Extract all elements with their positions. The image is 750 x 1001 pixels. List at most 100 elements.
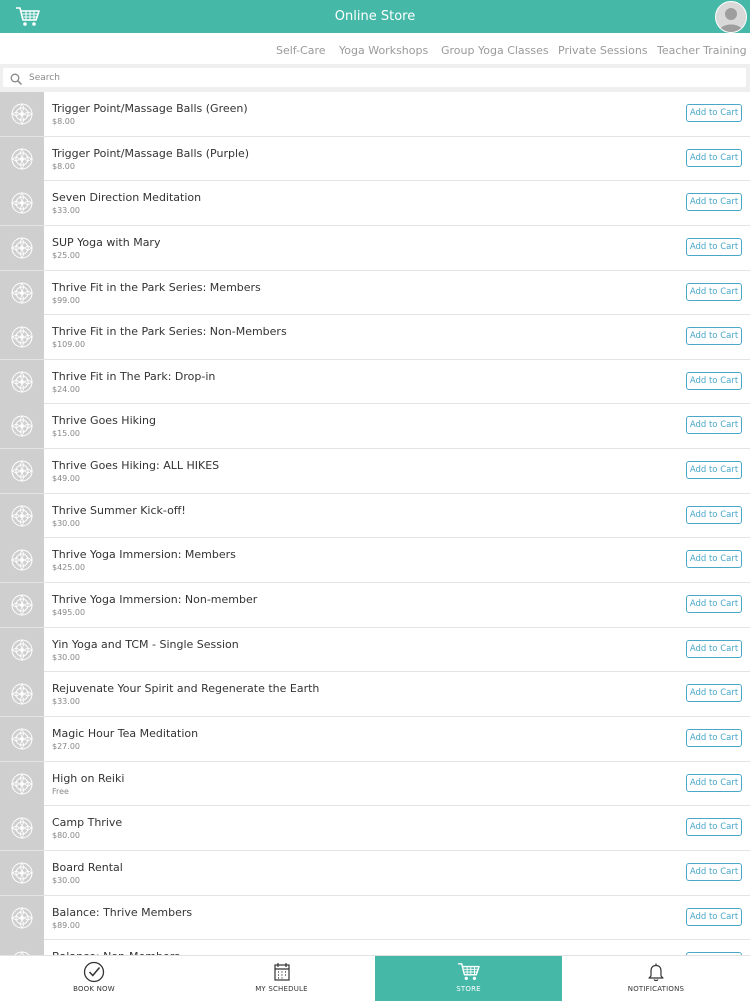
- list-item[interactable]: Thrive Summer Kick-off! $30.00 Add to Cart: [0, 493, 750, 539]
- product-price: $15.00: [52, 429, 80, 439]
- add-to-cart-button[interactable]: Add to Cart: [686, 193, 742, 212]
- search-icon: [10, 71, 23, 86]
- tab-yoga-workshops[interactable]: Yoga Workshops: [339, 44, 428, 57]
- tab-self-care[interactable]: Self-Care: [276, 44, 326, 57]
- product-price: $109.00: [52, 340, 86, 350]
- add-to-cart-button[interactable]: Add to Cart: [686, 684, 742, 703]
- product-thumbnail: [0, 225, 44, 270]
- add-to-cart-button[interactable]: Add to Cart: [686, 148, 742, 167]
- add-to-cart-button[interactable]: Add to Cart: [686, 237, 742, 256]
- search-input[interactable]: [29, 68, 729, 87]
- product-thumbnail: [0, 136, 44, 181]
- list-item[interactable]: Balance: Thrive Members $89.00 Add to Cart: [0, 895, 750, 941]
- list-item[interactable]: Magic Hour Tea Meditation $27.00 Add to Ca…: [0, 716, 750, 762]
- product-price: $49.00: [52, 474, 80, 484]
- product-price: $80.00: [52, 831, 80, 841]
- product-name: Thrive Fit in the Park Series: Members: [52, 280, 261, 294]
- nav-my-schedule[interactable]: MY SCHEDULE: [188, 956, 375, 1001]
- list-item[interactable]: Thrive Yoga Immersion: Members $425.00 Add…: [0, 538, 750, 584]
- list-item[interactable]: Thrive Fit in the Park Series: Members $9…: [0, 270, 750, 316]
- list-item[interactable]: Thrive Goes Hiking $15.00 Add to Cart: [0, 404, 750, 450]
- tab-teacher-training[interactable]: Teacher Training P: [657, 44, 750, 57]
- add-to-cart-button[interactable]: Add to Cart: [686, 550, 742, 569]
- product-thumbnail: [0, 181, 44, 226]
- search-box: [3, 68, 746, 87]
- page-title: Online Store: [334, 9, 416, 24]
- add-to-cart-button[interactable]: Add to Cart: [686, 818, 742, 837]
- add-to-cart-button[interactable]: Add to Cart: [686, 371, 742, 390]
- product-list: Trigger Point/Massage Balls (Green) $8.00…: [0, 92, 750, 955]
- product-thumbnail: [0, 449, 44, 494]
- product-thumbnail: [0, 493, 44, 538]
- nav-book-now[interactable]: BOOK NOW: [0, 956, 188, 1001]
- list-item[interactable]: Trigger Point/Massage Balls (Green) $8.00…: [0, 92, 750, 137]
- product-thumbnail: [0, 583, 44, 628]
- list-item[interactable]: Thrive Fit in the Park Series: Non-Membe…: [0, 315, 750, 360]
- product-thumbnail: [0, 806, 44, 851]
- product-price: $8.00: [52, 117, 75, 126]
- product-thumbnail: [0, 761, 44, 806]
- product-name: Camp Thrive: [52, 816, 123, 830]
- product-price: $89.00: [52, 920, 80, 930]
- list-item[interactable]: Balance: Non-MembersAdd to Cart: [0, 940, 750, 955]
- nav-label: STORE: [456, 985, 481, 993]
- add-to-cart-button[interactable]: Add to Cart: [686, 639, 742, 658]
- list-item[interactable]: Camp Thrive $80.00 Add to Cart: [0, 806, 750, 851]
- nav-store[interactable]: STORE: [375, 956, 562, 1001]
- list-item[interactable]: Thrive Yoga Immersion: Non-member $495.00…: [0, 583, 750, 628]
- product-name: Thrive Goes Hiking: ALL HIKES: [52, 459, 220, 473]
- list-item[interactable]: Yin Yoga and TCM - Single Session $30.00 A…: [0, 627, 750, 673]
- add-to-cart-button[interactable]: Add to Cart: [686, 416, 742, 435]
- list-item[interactable]: High on Reiki Free Add to Cart: [0, 761, 750, 807]
- product-name: Thrive Summer Kick-off!: [52, 503, 186, 517]
- tab-group-yoga-classes[interactable]: Group Yoga Classes: [441, 44, 549, 57]
- list-item[interactable]: SUP Yoga with Mary $25.00 Add to Cart: [0, 225, 750, 271]
- list-item[interactable]: Thrive Goes Hiking: ALL HIKES $49.00 Add t…: [0, 449, 750, 494]
- list-item[interactable]: Trigger Point/Massage Balls (Purple) $8.0…: [0, 136, 750, 182]
- add-to-cart-button[interactable]: Add to Cart: [686, 862, 742, 881]
- product-price: $30.00: [52, 652, 80, 662]
- product-thumbnail: [0, 359, 44, 404]
- product-thumbnail: [0, 92, 44, 136]
- product-thumbnail: [0, 315, 44, 360]
- add-to-cart-button[interactable]: Add to Cart: [686, 907, 742, 926]
- product-thumbnail: [0, 940, 44, 955]
- add-to-cart-button[interactable]: Add to Cart: [686, 505, 742, 524]
- tab-private-sessions[interactable]: Private Sessions: [558, 44, 648, 57]
- nav-notifications[interactable]: NOTIFICATIONS: [562, 956, 750, 1001]
- product-name: Trigger Point/Massage Balls (Purple): [52, 146, 250, 160]
- product-price: $25.00: [52, 250, 80, 260]
- product-name: Balance: Thrive Members: [52, 905, 193, 919]
- product-price: $8.00: [52, 161, 75, 171]
- search-bar: [0, 64, 750, 92]
- list-item[interactable]: Board Rental $30.00 Add to Cart: [0, 850, 750, 896]
- add-to-cart-button[interactable]: Add to Cart: [686, 461, 742, 480]
- list-item[interactable]: Thrive Fit in The Park: Drop-in $24.00 Add…: [0, 359, 750, 405]
- add-to-cart-button[interactable]: Add to Cart: [686, 327, 742, 346]
- add-to-cart-button[interactable]: Add to Cart: [686, 773, 742, 792]
- product-name: Thrive Fit in the Park Series: Non-Membe…: [52, 325, 287, 339]
- product-price: $30.00: [52, 518, 80, 528]
- product-thumbnail: [0, 716, 44, 761]
- list-item[interactable]: Seven Direction Meditation $33.00 Add to C…: [0, 181, 750, 226]
- nav-label: MY SCHEDULE: [255, 985, 308, 993]
- product-name: Yin Yoga and TCM - Single Session: [52, 637, 239, 651]
- avatar[interactable]: [715, 1, 747, 33]
- add-to-cart-button[interactable]: Add to Cart: [686, 104, 742, 122]
- product-price: $99.00: [52, 295, 80, 305]
- product-name: SUP Yoga with Mary: [52, 235, 161, 249]
- product-price: Free: [52, 786, 69, 796]
- list-item[interactable]: Rejuvenate Your Spirit and Regenerate th…: [0, 672, 750, 717]
- product-price: $33.00: [52, 206, 80, 216]
- add-to-cart-button[interactable]: Add to Cart: [686, 282, 742, 301]
- product-thumbnail: [0, 538, 44, 583]
- product-name: High on Reiki: [52, 771, 125, 785]
- product-price: $425.00: [52, 563, 86, 573]
- product-name: Thrive Fit in The Park: Drop-in: [52, 369, 216, 383]
- add-to-cart-button[interactable]: Add to Cart: [686, 728, 742, 747]
- nav-label: BOOK NOW: [73, 985, 115, 993]
- product-name: Trigger Point/Massage Balls (Green): [52, 102, 248, 115]
- product-name: Rejuvenate Your Spirit and Regenerate th…: [52, 682, 320, 696]
- add-to-cart-button[interactable]: Add to Cart: [686, 595, 742, 614]
- product-name: Magic Hour Tea Meditation: [52, 726, 199, 740]
